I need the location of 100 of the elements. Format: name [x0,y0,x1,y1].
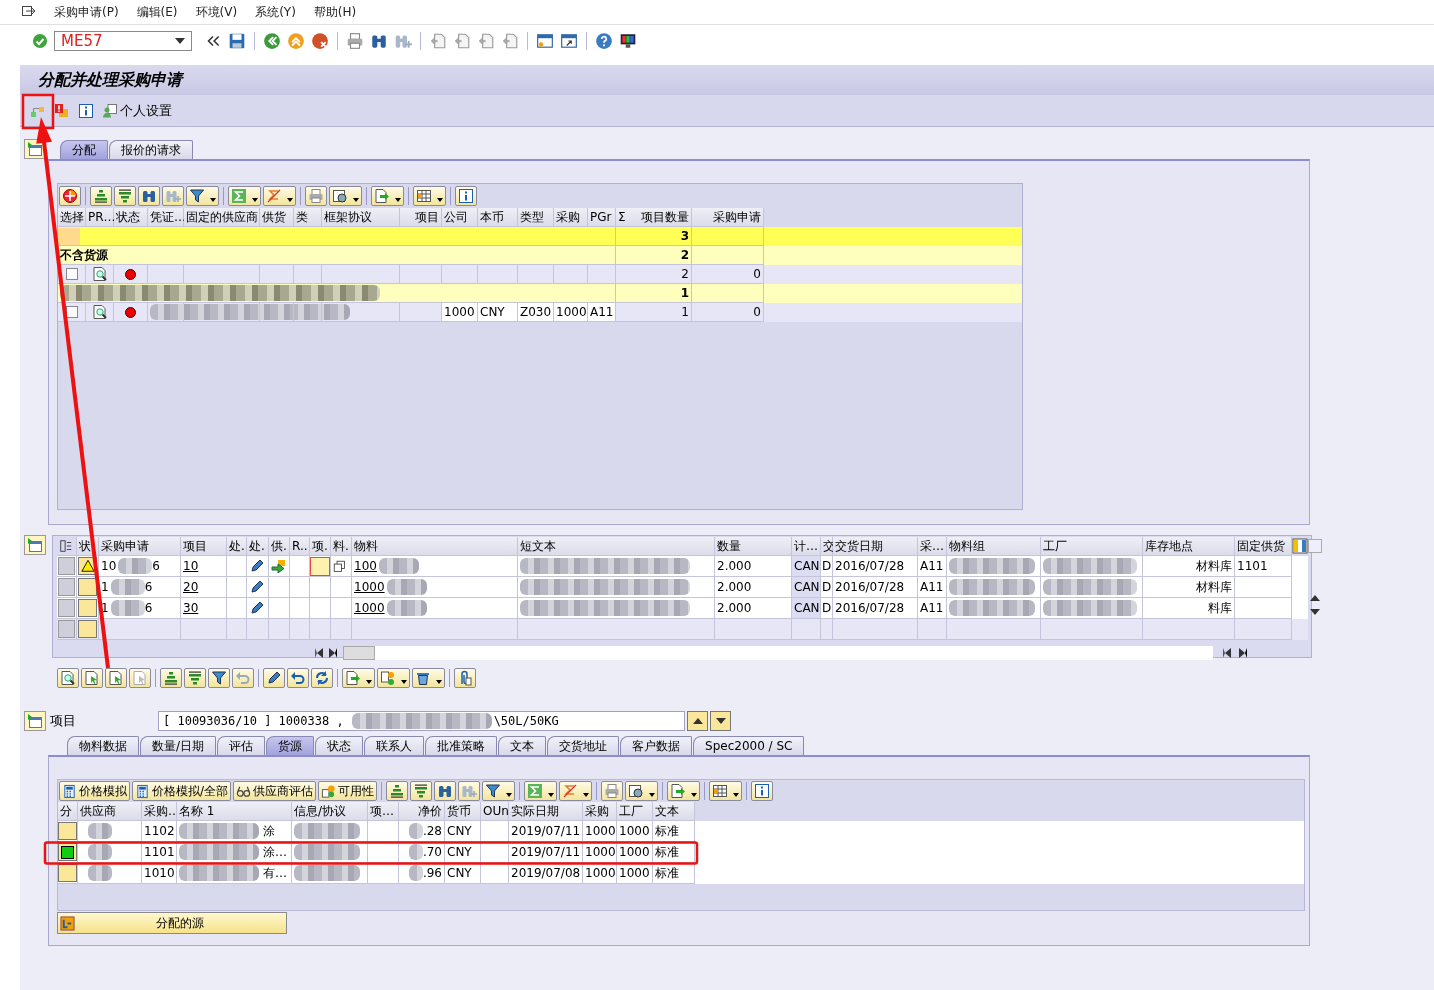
column-header[interactable]: 采购 [583,802,617,821]
table-cell: 1101 [142,842,177,863]
column-header[interactable]: 采购申请 [99,537,181,556]
table-cell: 2019/07/11 [509,821,583,842]
tab[interactable]: 联系人 [364,736,425,755]
column-header[interactable]: 框架协议 [322,208,400,227]
tab[interactable]: 交货地址 [547,736,620,755]
column-header[interactable]: 信息/协议 [292,802,368,821]
table-cell: 1000 [583,842,617,863]
column-header[interactable]: OUn [481,802,509,821]
table-cell-text: 涂 [263,823,275,840]
column-header[interactable]: 供应商 [78,802,142,821]
table-cell-text: .96 [422,865,442,882]
column-header[interactable]: 状态 [114,208,148,227]
column-header[interactable]: 工厂 [1041,537,1143,556]
column-header[interactable]: 分 [58,802,78,821]
column-header[interactable]: 处. [227,537,247,556]
column-header[interactable]: 公司 [442,208,478,227]
menu-item[interactable]: 帮助(H) [313,3,357,21]
item-field[interactable]: [ 10093036/10 ] 1000338 , \50L/50KG [158,711,685,731]
column-header[interactable]: 处. [247,537,269,556]
tab[interactable]: 状态 [315,736,364,755]
tab[interactable]: 文本 [498,736,547,755]
table-cell: 标准 [653,842,695,863]
tab[interactable]: 货源 [266,736,315,755]
table-cell: 1000 [617,863,653,884]
tab[interactable]: 评估 [217,736,266,755]
tab[interactable]: 报价的请求 [109,140,193,159]
tab[interactable]: 数量/日期 [140,736,217,755]
column-header[interactable]: 短文本 [518,537,715,556]
column-header[interactable]: 项目 [400,208,442,227]
tab[interactable]: 分配 [60,140,108,159]
column-header[interactable]: 数量 [715,537,792,556]
column-header[interactable]: 净价 [399,802,445,821]
menu-item[interactable]: 环境(V) [195,3,238,21]
command-field[interactable]: ME57 [54,31,192,51]
table-cell: CAN [792,556,821,577]
column-header[interactable]: 固定的供应商 [184,208,260,227]
column-header[interactable]: 库存地点 [1143,537,1235,556]
tab[interactable]: 客户数据 [620,736,693,755]
table-cell: A11 [588,303,616,322]
table-cell: 1102 [142,821,177,842]
table-cell: CNY [445,842,481,863]
column-header[interactable]: 货币 [445,802,481,821]
menu-item[interactable]: 采购申请(P) [54,3,119,21]
column-header[interactable]: 项目数量 [641,208,689,226]
column-header[interactable]: 项目 [181,537,227,556]
table-cell-text: 10 [101,558,117,575]
column-header[interactable]: R.. [290,537,310,556]
column-header[interactable]: 固定供货 [1235,537,1292,556]
material-link[interactable]: 1000 [354,578,385,596]
column-header[interactable]: 交货日期 [833,537,918,556]
table-cell: CNY [445,821,481,842]
tab[interactable]: 批准策略 [425,736,498,755]
column-header[interactable]: 计… [792,537,821,556]
table-cell: 标准 [653,863,695,884]
item-link[interactable]: 20 [183,578,199,596]
toolbar-button[interactable]: 价格模拟 [59,781,130,801]
table-cell: 1000 [617,821,653,842]
column-header[interactable]: 供. [269,537,290,556]
table-cell: CNY [445,863,481,884]
column-header[interactable]: PGr [588,208,616,227]
item-link[interactable]: 30 [183,599,199,617]
column-header[interactable]: 采购申请 [692,208,764,227]
toolbar-button[interactable]: 价格模拟/全部 [132,781,232,801]
column-header[interactable]: 实际日期 [509,802,583,821]
column-header[interactable]: 物料组 [947,537,1041,556]
column-header[interactable]: 物料 [352,537,518,556]
column-header[interactable]: 供货 [260,208,294,227]
column-header[interactable]: 项. [310,537,331,556]
column-header[interactable]: 名称 1 [177,802,292,821]
menu-item[interactable]: 系统(Y) [255,3,296,21]
assign-source-button[interactable]: 分配的源 [57,912,287,934]
column-header[interactable]: 类型 [518,208,554,227]
table-cell-text: 6 [152,558,160,575]
column-header[interactable]: 本币 [478,208,518,227]
column-header[interactable]: 采购 [554,208,588,227]
column-header[interactable]: 选择 [58,208,86,227]
item-link[interactable]: 10 [183,557,199,575]
personal-settings-button[interactable]: 个人设置 [102,101,172,120]
material-link[interactable]: 100 [354,557,377,575]
column-header[interactable]: 工厂 [617,802,653,821]
table-cell: CNY [478,303,518,322]
column-header[interactable]: 采… [918,537,947,556]
screen-title: 分配并处理采购申请 [20,65,1434,95]
column-header[interactable]: 文本 [653,802,695,821]
table-cell: 2019/07/11 [509,842,583,863]
toolbar-button[interactable]: 供应商评估 [233,781,317,801]
toolbar-button[interactable]: 可用性 [318,781,378,801]
table-cell: CAN [792,598,821,619]
table-cell: Z030 [518,303,554,322]
tab[interactable]: Spec2000 / SC [693,736,805,755]
column-header[interactable]: 类 [294,208,322,227]
column-header[interactable]: 料. [331,537,352,556]
tab[interactable]: 物料数据 [67,736,139,755]
material-link[interactable]: 1000 [354,599,385,617]
table-cell: 1000 [554,303,588,322]
table-cell-text: 6 [144,579,153,596]
menu-item[interactable]: 编辑(E) [136,3,178,21]
column-header[interactable]: 项… [368,802,399,821]
